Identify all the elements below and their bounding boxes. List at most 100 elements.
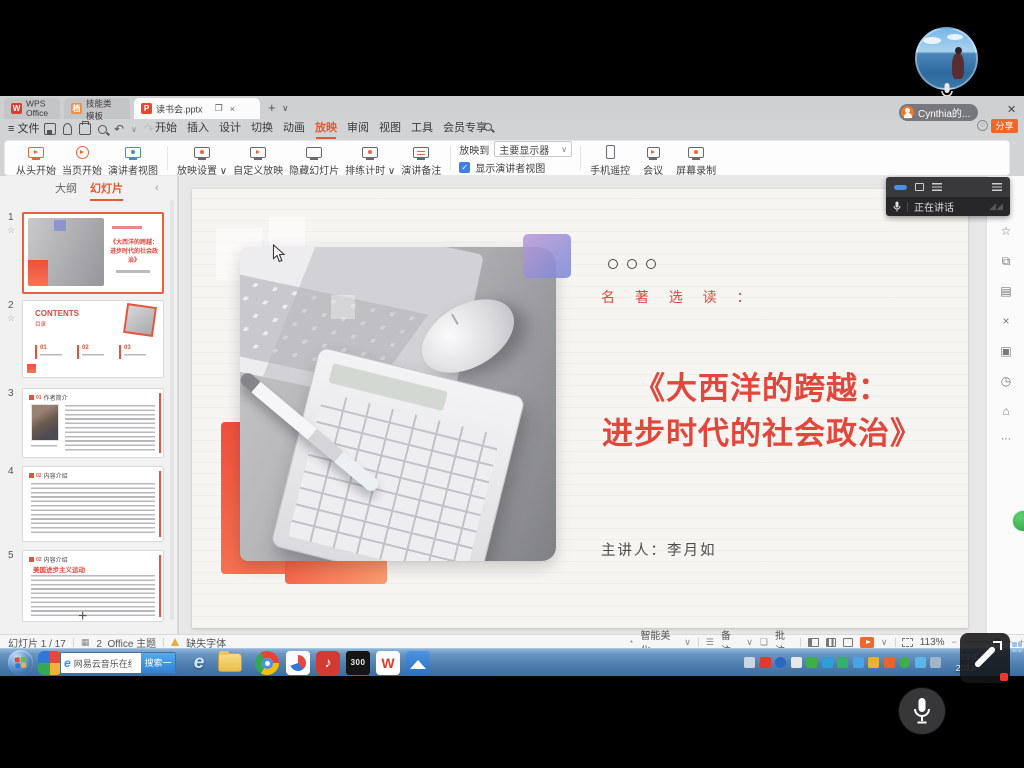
tray-icon[interactable]: [791, 657, 802, 668]
blue-app-icon[interactable]: [406, 651, 430, 675]
menu-tools[interactable]: 工具: [406, 119, 438, 139]
show-desktop-icon[interactable]: [1012, 642, 1022, 652]
tray-icon[interactable]: [868, 657, 879, 668]
undo-chevron[interactable]: ∨: [131, 125, 137, 134]
play-slideshow-button[interactable]: [860, 637, 874, 648]
tab-list-chevron[interactable]: ∨: [282, 103, 289, 114]
menu-view[interactable]: 视图: [374, 119, 406, 139]
tab-outline[interactable]: 大纲: [55, 180, 77, 198]
add-slide-button[interactable]: +: [78, 608, 87, 626]
save-icon[interactable]: [44, 123, 56, 135]
sorter-view-icon[interactable]: [826, 638, 836, 647]
meeting-list-icon[interactable]: [932, 183, 942, 191]
menu-insert[interactable]: 插入: [182, 119, 214, 139]
tab-template[interactable]: 档 技能类模板: [64, 98, 130, 119]
layers-icon[interactable]: ⧉: [999, 254, 1013, 269]
normal-view-icon[interactable]: [808, 638, 818, 647]
slide-presenter[interactable]: 主讲人：李月如: [601, 539, 717, 560]
meeting-blue-indicator[interactable]: [894, 185, 907, 190]
tray-icon[interactable]: [915, 657, 926, 668]
tray-icon[interactable]: [806, 657, 817, 668]
tab-document-active[interactable]: P 读书会.pptx ❐ ×: [134, 98, 260, 119]
rehearse-button[interactable]: 排练计时 ∨: [342, 143, 398, 177]
clipboard-icon[interactable]: [63, 123, 72, 135]
tray-icon[interactable]: [899, 657, 910, 668]
meeting-settings-icon[interactable]: [992, 183, 1002, 191]
netease-music-icon[interactable]: ♪: [316, 651, 340, 675]
meeting-window-icon[interactable]: [915, 183, 924, 191]
undo-icon[interactable]: ↶: [114, 122, 124, 136]
tab-pin-icon[interactable]: ❐: [215, 103, 223, 114]
meeting-button[interactable]: 会议: [633, 143, 673, 177]
slide-thumbnail-3[interactable]: 3 01 作者简介: [22, 388, 164, 458]
custom-show-button[interactable]: 自定义放映: [230, 143, 286, 177]
presenter-view-checkbox[interactable]: ✓: [459, 162, 470, 173]
history-icon[interactable]: ◷: [999, 374, 1013, 388]
new-tab-button[interactable]: +: [268, 100, 276, 115]
display-target-select[interactable]: 主要显示器 ∨: [494, 141, 572, 157]
tray-icon[interactable]: [775, 657, 786, 668]
from-beginning-button[interactable]: 从头开始: [13, 143, 59, 177]
favorite-star-icon[interactable]: ☆: [999, 224, 1013, 238]
hide-slide-button[interactable]: 隐藏幻灯片: [286, 143, 342, 177]
zoom-level[interactable]: 113%: [920, 637, 945, 648]
menu-animation[interactable]: 动画: [278, 119, 310, 139]
screen-record-button[interactable]: 屏幕录制: [673, 143, 719, 177]
reading-view-icon[interactable]: [843, 638, 853, 647]
slide-thumbnail-2[interactable]: 2 ☆ CONTENTS 目录 01 02 03: [22, 300, 164, 378]
menu-design[interactable]: 设计: [214, 119, 246, 139]
microphone-button[interactable]: [899, 688, 945, 734]
tray-icon[interactable]: [760, 657, 771, 668]
presenter-view-button[interactable]: 演讲者视图: [105, 143, 161, 177]
sidebar-scrollbar[interactable]: [170, 200, 174, 620]
fit-window-icon[interactable]: [902, 638, 912, 647]
collapse-panel-icon[interactable]: ‹: [155, 182, 159, 194]
menu-transition[interactable]: 切换: [246, 119, 278, 139]
menu-home[interactable]: 开始: [150, 119, 182, 139]
wps-taskbar-icon[interactable]: W: [376, 651, 400, 675]
zoom-out-icon[interactable]: −: [952, 637, 957, 647]
cut-icon[interactable]: ×: [999, 314, 1013, 328]
slide-thumbnail-1[interactable]: 1 ☆ 《大西洋的跨越： 进步时代的社会政治》: [22, 212, 164, 294]
internet-explorer-icon[interactable]: e: [187, 651, 211, 675]
close-button[interactable]: ✕: [1007, 103, 1016, 116]
avatar: [901, 106, 914, 119]
chart-icon[interactable]: ▤: [999, 284, 1013, 298]
frame-icon[interactable]: ▣: [999, 344, 1013, 358]
tab-wps-home[interactable]: W WPS Office: [4, 98, 60, 119]
taskbar-app-icon[interactable]: [38, 651, 62, 675]
search-go-button[interactable]: 搜索一下: [141, 652, 175, 674]
black-app-icon[interactable]: 300: [346, 651, 370, 675]
menu-slideshow[interactable]: 放映: [310, 119, 342, 139]
tab-slides[interactable]: 幻灯片: [90, 180, 123, 201]
slide-thumbnail-4[interactable]: 4 02 内容介绍: [22, 466, 164, 542]
baidu-netdisk-icon[interactable]: [286, 651, 310, 675]
print-preview-icon[interactable]: [98, 125, 107, 134]
tab-close-icon[interactable]: ×: [230, 104, 235, 114]
slide-title[interactable]: 《大西洋的跨越： 进步时代的社会政治》: [562, 367, 962, 457]
file-explorer-icon[interactable]: [218, 653, 242, 672]
annotation-tool-overlay[interactable]: [960, 633, 1010, 683]
slide-thumbnail-5[interactable]: 5 02 内容介绍 美国进步主义运动: [22, 550, 164, 622]
chrome-icon[interactable]: [255, 651, 279, 675]
show-settings-button[interactable]: 放映设置 ∨: [174, 143, 230, 177]
tray-icon[interactable]: [744, 657, 755, 668]
speaker-notes-button[interactable]: 演讲备注: [398, 143, 444, 177]
tray-icon[interactable]: [853, 657, 864, 668]
slide-kicker[interactable]: 名 著 选 读 ：: [601, 287, 759, 307]
menu-review[interactable]: 审阅: [342, 119, 374, 139]
taskbar-search-box[interactable]: e 网易云音乐在线听网... 搜索一下: [60, 652, 176, 674]
print-icon[interactable]: [79, 123, 91, 135]
file-menu[interactable]: ≡ 文件: [8, 119, 39, 139]
start-button[interactable]: [8, 650, 33, 675]
slide-editor[interactable]: 名 著 选 读 ： 《大西洋的跨越： 进步时代的社会政治》 主讲人：李月如: [192, 189, 968, 628]
tag-icon[interactable]: ⌂: [999, 404, 1013, 418]
phone-remote-button[interactable]: 手机遥控: [587, 143, 633, 177]
slide-photo[interactable]: [240, 247, 556, 561]
more-icon[interactable]: ⋯: [999, 434, 1013, 445]
tray-icon[interactable]: [822, 657, 833, 668]
search-icon[interactable]: [484, 123, 495, 134]
tray-icon[interactable]: [884, 657, 895, 668]
from-current-button[interactable]: 当页开始: [59, 143, 105, 177]
tray-icon[interactable]: [837, 657, 848, 668]
